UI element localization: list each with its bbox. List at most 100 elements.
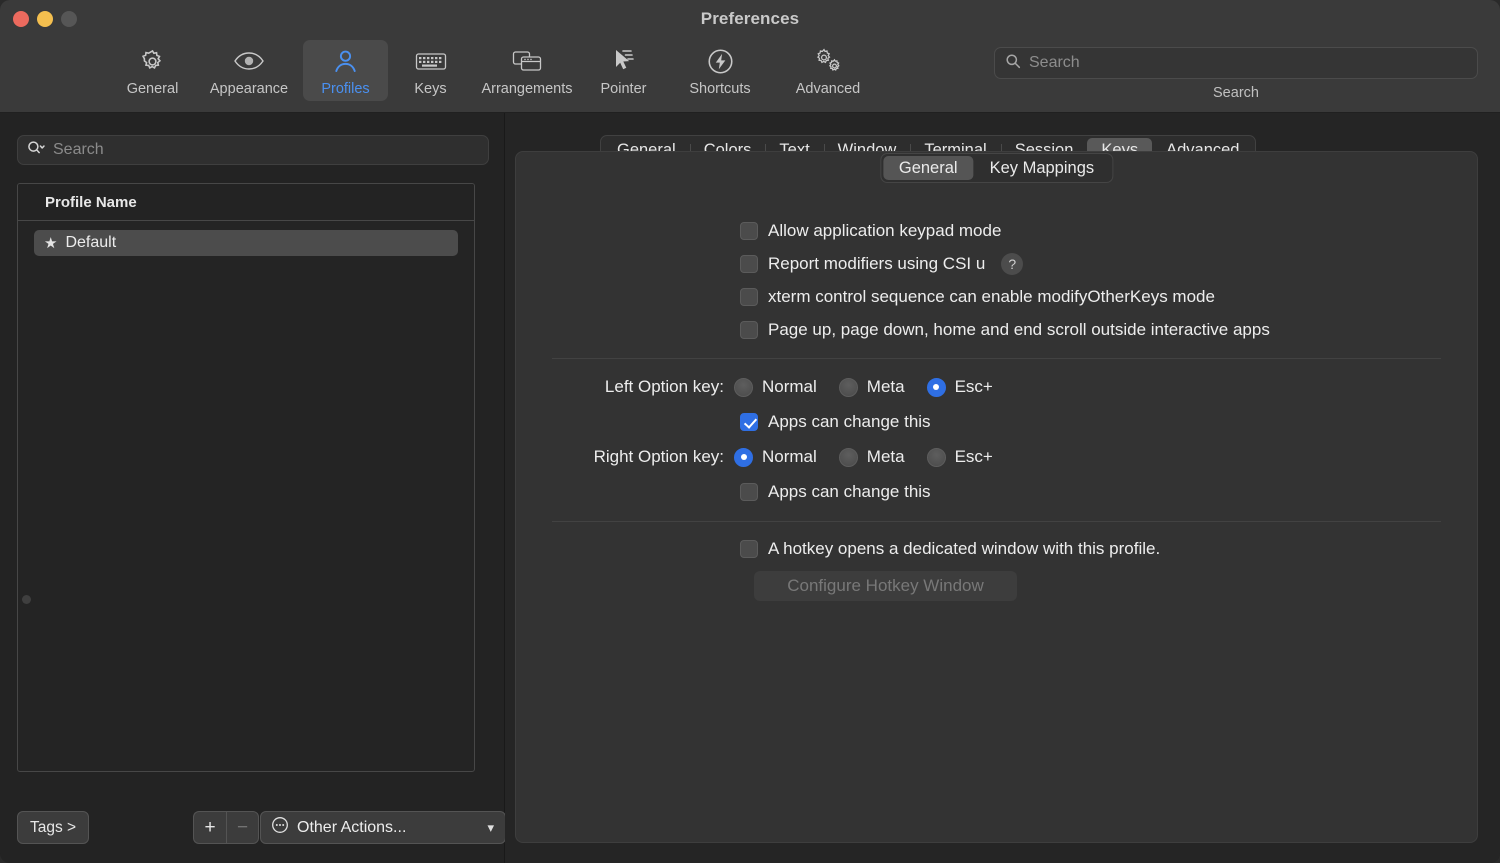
row-report-modifiers-csi-u[interactable]: Report modifiers using CSI u ?: [740, 247, 1477, 280]
row-left-option-key: Left Option key: Normal Meta Esc+: [516, 369, 1477, 405]
profile-name: Default: [65, 234, 117, 251]
radio-label: Esc+: [954, 447, 993, 466]
toolbar-item-label: Shortcuts: [689, 81, 751, 97]
radio-label: Meta: [866, 447, 905, 466]
row-allow-keypad-mode[interactable]: Allow application keypad mode: [740, 214, 1477, 247]
profiles-table-body: ★ Default: [18, 221, 474, 256]
profiles-table: Profile Name ★ Default: [17, 183, 475, 772]
ellipsis-circle-icon: [271, 816, 289, 839]
toolbar-item-appearance[interactable]: Appearance: [195, 40, 303, 101]
radio-left-esc[interactable]: Esc+: [926, 377, 993, 397]
checkbox-right-apps-can-change[interactable]: [740, 483, 758, 501]
toolbar-search-box[interactable]: [994, 47, 1478, 79]
checkbox-label: Allow application keypad mode: [768, 220, 1002, 240]
profiles-table-header[interactable]: Profile Name: [18, 184, 474, 221]
row-page-scroll-outside-apps[interactable]: Page up, page down, home and end scroll …: [740, 313, 1477, 346]
row-right-option-key: Right Option key: Normal Meta Esc+: [516, 439, 1477, 475]
row-xterm-modifyotherkeys[interactable]: xterm control sequence can enable modify…: [740, 280, 1477, 313]
radio-button[interactable]: [926, 447, 946, 467]
toolbar-item-label: Profiles: [321, 81, 370, 97]
radio-label: Meta: [866, 377, 905, 396]
column-header-profile-name: Profile Name: [45, 193, 137, 211]
profile-search-input[interactable]: [53, 141, 479, 159]
radio-button[interactable]: [838, 447, 858, 467]
radio-button[interactable]: [926, 377, 946, 397]
checkbox-label: Report modifiers using CSI u: [768, 253, 986, 273]
eye-icon: [233, 46, 265, 76]
star-icon: ★: [44, 235, 58, 252]
gear-icon: [139, 46, 166, 76]
title-bar: Preferences General Appearance Profiles …: [0, 0, 1500, 113]
toolbar-item-shortcuts[interactable]: Shortcuts: [666, 40, 774, 101]
toolbar-item-label: General: [126, 81, 179, 97]
sidebar-footer: Tags > + − Other Actions... ▾: [17, 811, 506, 844]
radio-right-meta[interactable]: Meta: [838, 447, 905, 467]
radio-label: Normal: [762, 447, 817, 466]
profile-search-box[interactable]: [17, 135, 489, 165]
subtab-key-mappings[interactable]: Key Mappings: [974, 156, 1111, 180]
window-title: Preferences: [700, 9, 800, 28]
keys-general-form: Allow application keypad mode Report mod…: [516, 214, 1477, 601]
toolbar-item-keys[interactable]: Keys: [388, 40, 473, 101]
search-input[interactable]: [1029, 54, 1467, 72]
checkbox-label: Apps can change this: [768, 482, 931, 501]
configure-hotkey-window-button[interactable]: Configure Hotkey Window: [754, 571, 1017, 601]
radio-right-esc[interactable]: Esc+: [926, 447, 993, 467]
radio-left-meta[interactable]: Meta: [838, 377, 905, 397]
toolbar-item-label: Pointer: [600, 81, 647, 97]
keys-subtabbar: General Key Mappings: [879, 153, 1114, 183]
divider: [552, 521, 1441, 522]
tags-button[interactable]: Tags >: [17, 811, 90, 844]
radio-label: Esc+: [954, 377, 993, 396]
toolbar-item-label: Arrangements: [481, 81, 573, 97]
checkbox-label: Page up, page down, home and end scroll …: [768, 319, 1270, 339]
other-actions-dropdown[interactable]: Other Actions... ▾: [260, 811, 506, 844]
checkbox-label: A hotkey opens a dedicated window with t…: [768, 538, 1161, 558]
table-row[interactable]: ★ Default: [34, 230, 458, 256]
checkbox-allow-keypad-mode[interactable]: [740, 221, 758, 240]
toolbar-item-arrangements[interactable]: Arrangements: [473, 40, 581, 101]
row-hotkey-dedicated-window[interactable]: A hotkey opens a dedicated window with t…: [740, 532, 1477, 565]
checkbox-report-modifiers-csi-u[interactable]: [740, 254, 758, 273]
checkbox-hotkey-dedicated-window[interactable]: [740, 539, 758, 558]
remove-profile-button[interactable]: −: [226, 811, 259, 844]
subtab-general[interactable]: General: [882, 156, 974, 180]
profile-settings-content: General Colors Text Window Terminal Sess…: [505, 113, 1500, 863]
chevron-down-icon: ▾: [487, 819, 494, 835]
left-option-key-label: Left Option key:: [604, 377, 724, 396]
windows-icon: [512, 46, 542, 76]
keyboard-icon: [415, 46, 447, 76]
help-icon[interactable]: ?: [1001, 252, 1024, 275]
checkbox-label: xterm control sequence can enable modify…: [768, 286, 1215, 306]
radio-right-normal[interactable]: Normal: [734, 447, 817, 467]
checkbox-left-apps-can-change[interactable]: [740, 413, 758, 431]
radio-left-normal[interactable]: Normal: [734, 377, 817, 397]
search-dropdown-icon[interactable]: [27, 140, 47, 161]
toolbar-item-profiles[interactable]: Profiles: [303, 40, 388, 101]
profiles-sidebar: Profile Name ★ Default Tags > + −: [0, 113, 506, 863]
radio-button[interactable]: [838, 377, 858, 397]
window-body: Profile Name ★ Default Tags > + −: [0, 113, 1500, 863]
split-handle[interactable]: [22, 595, 31, 604]
keys-panel: General Key Mappings Allow application k…: [515, 151, 1478, 843]
radio-label: Normal: [762, 377, 817, 396]
checkbox-page-scroll-outside-apps[interactable]: [740, 320, 758, 339]
checkbox-xterm-modifyotherkeys[interactable]: [740, 287, 758, 306]
search-caption: Search: [1213, 85, 1259, 101]
toolbar-item-general[interactable]: General: [110, 40, 195, 101]
add-profile-button[interactable]: +: [193, 811, 226, 844]
radio-button[interactable]: [734, 447, 753, 467]
row-right-apps-can-change[interactable]: Apps can change this: [740, 475, 1477, 509]
toolbar-item-pointer[interactable]: Pointer: [581, 40, 666, 101]
right-option-key-label: Right Option key:: [593, 447, 724, 466]
radio-button[interactable]: [734, 377, 753, 397]
bolt-circle-icon: [707, 46, 734, 76]
toolbar-item-label: Appearance: [209, 81, 289, 97]
search-icon: [1005, 53, 1021, 74]
divider: [552, 358, 1441, 359]
checkbox-label: Apps can change this: [768, 412, 931, 431]
add-remove-segment: + −: [193, 811, 259, 844]
row-left-apps-can-change[interactable]: Apps can change this: [740, 405, 1477, 439]
other-actions-label: Other Actions...: [297, 818, 407, 836]
toolbar-item-advanced[interactable]: Advanced: [774, 40, 882, 101]
